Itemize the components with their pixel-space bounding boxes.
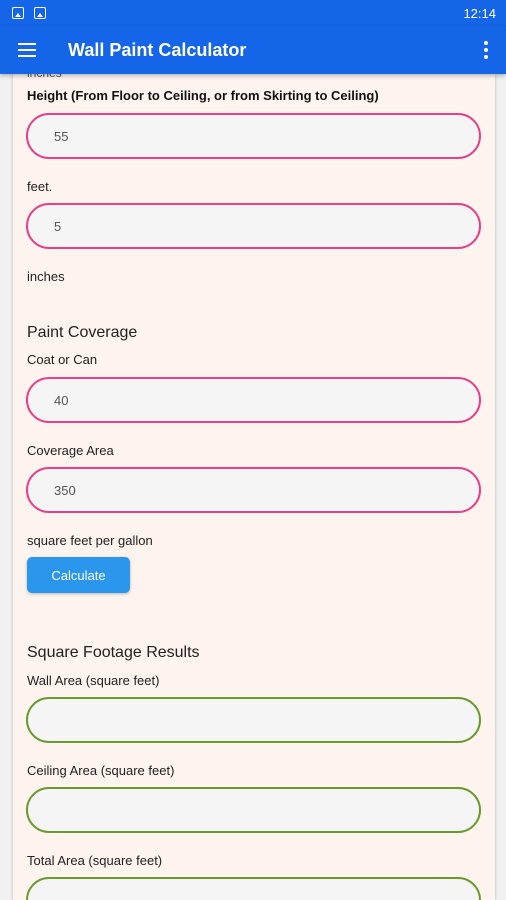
feet-label: feet. bbox=[27, 179, 53, 194]
ceiling-area-output[interactable] bbox=[26, 787, 481, 833]
height-feet-input[interactable] bbox=[26, 113, 481, 159]
wall-area-output[interactable] bbox=[26, 697, 481, 743]
inches-label: inches bbox=[27, 269, 65, 284]
app-bar: Wall Paint Calculator bbox=[0, 26, 506, 74]
calculate-button[interactable]: Calculate bbox=[27, 557, 130, 593]
results-title: Square Footage Results bbox=[27, 644, 200, 661]
ceiling-area-label: Ceiling Area (square feet) bbox=[27, 763, 175, 778]
paint-coverage-title: Paint Coverage bbox=[27, 324, 138, 341]
status-time: 12:14 bbox=[463, 5, 496, 21]
coverage-unit-label: square feet per gallon bbox=[27, 533, 153, 548]
total-area-output[interactable] bbox=[26, 877, 481, 900]
page-content[interactable]: inches Height (From Floor to Ceiling, or… bbox=[0, 74, 506, 900]
app-title: Wall Paint Calculator bbox=[68, 39, 247, 60]
inches-label-partial: inches bbox=[27, 74, 62, 80]
coat-input[interactable] bbox=[26, 377, 481, 423]
coat-label: Coat or Can bbox=[27, 352, 98, 367]
total-area-label: Total Area (square feet) bbox=[27, 853, 163, 868]
more-options-icon[interactable] bbox=[466, 26, 506, 74]
wall-area-label: Wall Area (square feet) bbox=[27, 673, 160, 688]
coverage-area-input[interactable] bbox=[26, 467, 481, 513]
image-notification-icon bbox=[12, 7, 24, 19]
height-inches-input[interactable] bbox=[26, 203, 481, 249]
height-label: Height (From Floor to Ceiling, or from S… bbox=[27, 88, 379, 103]
coverage-area-label: Coverage Area bbox=[27, 443, 114, 458]
gallery-notification-icon bbox=[34, 7, 46, 19]
status-bar: 12:14 bbox=[0, 0, 506, 26]
calculator-card: inches Height (From Floor to Ceiling, or… bbox=[13, 74, 495, 900]
menu-icon[interactable] bbox=[0, 26, 54, 74]
